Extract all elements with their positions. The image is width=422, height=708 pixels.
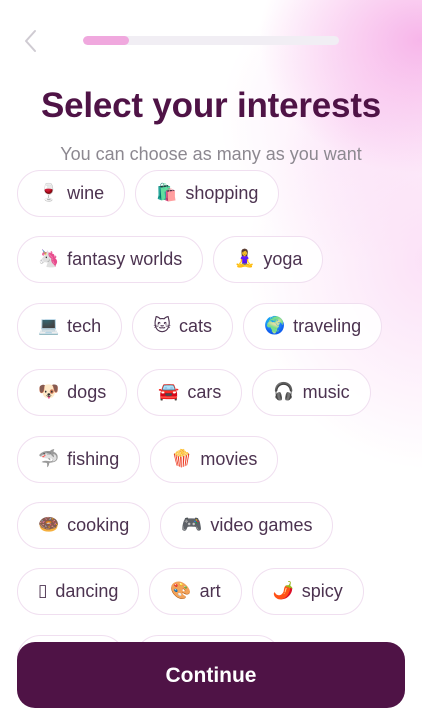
car-icon: 🚘 <box>158 382 180 403</box>
interest-chip-label: dogs <box>67 382 107 403</box>
shopping-bags-icon: 🛍️ <box>156 183 178 203</box>
interest-chip-label: fantasy worlds <box>67 249 183 270</box>
interest-chip-spicy[interactable]: 🌶️ spicy <box>251 568 364 616</box>
chip-row: 🦈 fishing 🍿 movies <box>17 435 417 483</box>
interest-chip-label: cooking <box>67 514 130 535</box>
interest-chip-cats[interactable]: 🐱 cats <box>132 302 233 350</box>
interest-chip-tech[interactable]: 💻 tech <box>17 302 123 350</box>
interest-chip-label: dancing <box>55 581 119 602</box>
interest-chip-dogs[interactable]: 🐶 dogs <box>17 369 128 417</box>
interest-chip-label: movies <box>200 448 258 469</box>
interest-chip-video-games[interactable]: 🎮 video games <box>160 501 334 549</box>
popcorn-icon: 🍿 <box>171 448 193 469</box>
interest-chip-list: 🍷 wine 🛍️ shopping 🦄 fantasy worlds 🧘‍♀️ yoga 💻 t… <box>17 170 417 701</box>
dog-icon: 🐶 <box>38 382 60 403</box>
interest-chip-label: cats <box>178 315 212 336</box>
interest-chip-art[interactable]: 🎨 art <box>149 568 242 616</box>
chip-row: ▯ dancing 🎨 art 🌶️ spicy <box>17 568 417 616</box>
interest-chip-label: traveling <box>293 315 362 336</box>
yoga-icon: 🧘‍♀️ <box>234 249 256 270</box>
dancer-icon: ▯ <box>38 581 48 602</box>
interest-chip-label: shopping <box>185 183 259 203</box>
interest-chip-label: fishing <box>67 448 120 469</box>
chip-row: 🍷 wine 🛍️ shopping <box>17 170 417 217</box>
laptop-icon: 💻 <box>38 315 60 336</box>
chili-pepper-icon: 🌶️ <box>272 581 294 602</box>
interest-chip-wine[interactable]: 🍷 wine <box>17 170 126 217</box>
interest-chip-traveling[interactable]: 🌍 traveling <box>242 302 383 350</box>
interest-chip-label: yoga <box>263 249 303 270</box>
chip-row: 🦄 fantasy worlds 🧘‍♀️ yoga <box>17 236 417 284</box>
interest-chip-label: music <box>302 382 350 403</box>
continue-button[interactable]: Continue <box>17 642 405 708</box>
globe-icon: 🌍 <box>263 315 286 336</box>
interest-chip-label: video games <box>210 514 313 535</box>
chip-row: 💻 tech 🐱 cats 🌍 traveling <box>17 302 417 350</box>
interest-chip-fishing[interactable]: 🦈 fishing <box>17 435 141 483</box>
chip-row: 🍩 cooking 🎮 video games <box>17 501 417 549</box>
progress-fill <box>83 36 130 45</box>
interest-chip-label: spicy <box>301 581 343 602</box>
cat-icon: 🐱 <box>153 315 171 336</box>
interest-chip-cars[interactable]: 🚘 cars <box>137 369 243 417</box>
interest-chip-label: art <box>199 581 221 602</box>
interest-chip-label: wine <box>67 183 105 203</box>
page-title: Select your interests <box>40 86 382 125</box>
donut-icon: 🍩 <box>38 514 60 535</box>
chip-row: 🐶 dogs 🚘 cars 🎧 music <box>17 369 417 417</box>
headphones-icon: 🎧 <box>273 382 295 403</box>
interest-chip-yoga[interactable]: 🧘‍♀️ yoga <box>213 236 324 284</box>
interest-chip-dancing[interactable]: ▯ dancing <box>17 568 140 616</box>
interest-chip-shopping[interactable]: 🛍️ shopping <box>135 170 280 217</box>
interest-chip-label: cars <box>187 382 222 403</box>
interest-chip-fantasy-worlds[interactable]: 🦄 fantasy worlds <box>17 236 204 284</box>
interest-chip-cooking[interactable]: 🍩 cooking <box>17 501 151 549</box>
back-button[interactable] <box>20 28 42 54</box>
game-controller-icon: 🎮 <box>181 514 203 535</box>
interest-chip-movies[interactable]: 🍿 movies <box>150 435 279 483</box>
wine-glass-icon: 🍷 <box>38 183 60 203</box>
chevron-left-icon <box>25 30 36 52</box>
unicorn-icon: 🦄 <box>38 249 60 270</box>
progress-bar <box>83 36 339 45</box>
interest-chip-label: tech <box>67 315 102 336</box>
page-subtitle: You can choose as many as you want <box>60 144 362 164</box>
interest-chip-music[interactable]: 🎧 music <box>252 369 371 417</box>
palette-icon: 🎨 <box>170 581 192 602</box>
shark-icon: 🦈 <box>38 448 60 469</box>
